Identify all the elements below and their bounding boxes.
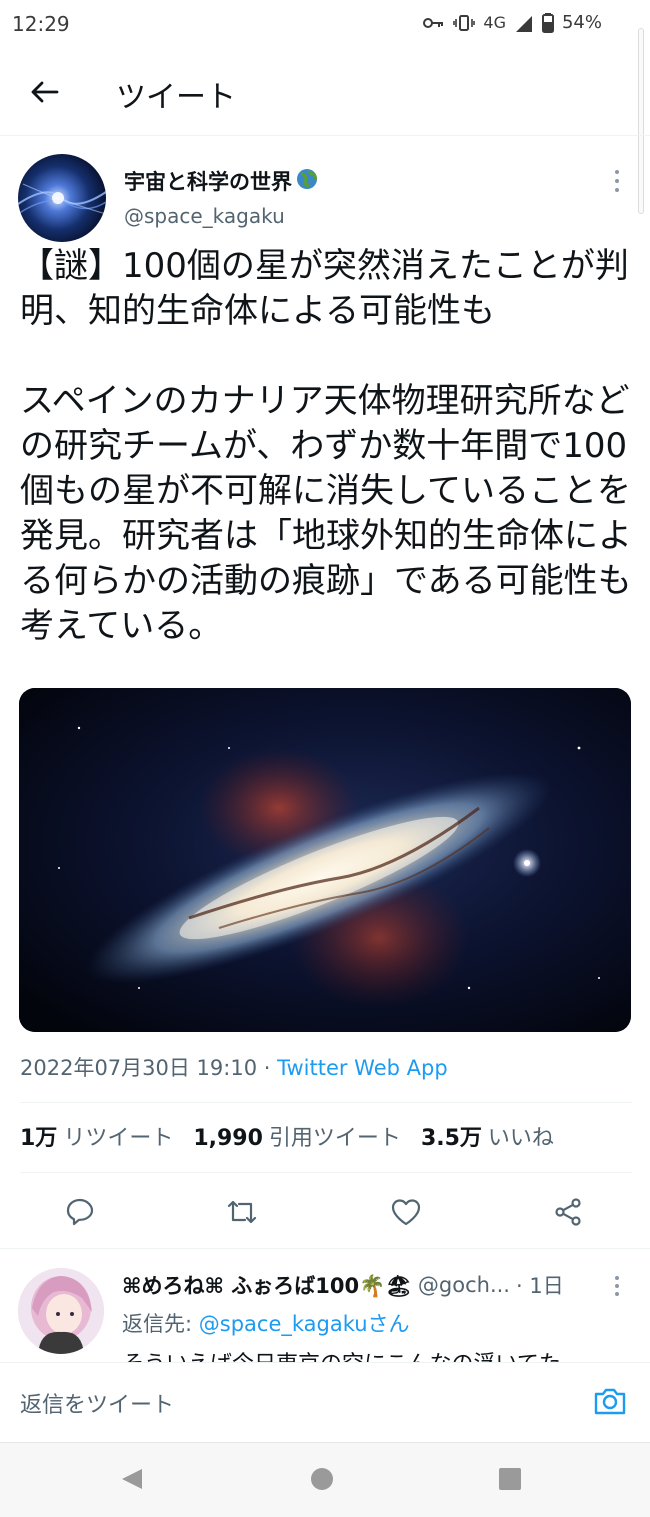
divider — [0, 1248, 650, 1249]
quotes-stat[interactable]: 1,990 引用ツイート — [193, 1120, 401, 1152]
tweet-more-button[interactable] — [610, 168, 624, 194]
reply-avatar[interactable] — [18, 1268, 104, 1354]
tweet-author: 宇宙と科学の世界 @space_kagaku — [18, 154, 632, 242]
speech-bubble-icon — [66, 1198, 94, 1226]
timestamp-text: 2022年07月30日 19:10 — [20, 1056, 258, 1080]
author-avatar[interactable] — [18, 154, 106, 242]
divider — [20, 1172, 632, 1173]
top-app-bar: ツイート — [0, 48, 650, 136]
arrow-left-icon — [31, 81, 59, 103]
more-vertical-icon — [615, 1276, 619, 1296]
camera-icon — [594, 1388, 626, 1415]
reply-to-label: 返信先: — [122, 1312, 199, 1336]
reply-button[interactable] — [60, 1192, 100, 1232]
retweet-button[interactable] — [222, 1192, 262, 1232]
reply-input[interactable]: 返信をツイート — [20, 1387, 174, 1419]
timestamp-separator: · — [257, 1056, 278, 1080]
likes-stat[interactable]: 3.5万 いいね — [421, 1120, 554, 1152]
reply-time: · 1日 — [516, 1270, 564, 1300]
divider — [20, 1102, 632, 1103]
signal-icon — [514, 14, 534, 32]
retweet-icon — [227, 1200, 257, 1224]
battery-percent: 54% — [561, 12, 602, 33]
retweets-stat[interactable]: 1万 リツイート — [20, 1120, 173, 1152]
like-button[interactable] — [386, 1192, 426, 1232]
tweet-paragraph: スペインのカナリア天体物理研究所などの研究チームが、わずか数十年間で100個もの… — [20, 381, 632, 646]
system-nav-bar — [0, 1442, 650, 1517]
share-icon — [555, 1198, 581, 1226]
status-bar: 12:29 4G 54% — [0, 0, 650, 48]
author-name[interactable]: 宇宙と科学の世界 — [124, 166, 318, 196]
tweet-stats: 1万 リツイート 1,990 引用ツイート 3.5万 いいね — [20, 1120, 554, 1152]
reply-handle[interactable]: @goch... — [418, 1273, 510, 1297]
tweet-actions — [0, 1180, 650, 1244]
reply-compose-bar: 返信をツイート — [0, 1362, 650, 1442]
reply-more-button[interactable] — [610, 1274, 624, 1298]
more-vertical-icon — [615, 170, 619, 192]
reply-to-mention[interactable]: @space_kagakuさん — [199, 1312, 410, 1336]
status-time: 12:29 — [12, 12, 70, 36]
tweet-text: 【謎】100個の星が突然消えたことが判明、知的生命体による可能性も スペインのカ… — [20, 244, 632, 649]
page-title: ツイート — [116, 80, 236, 115]
likes-label: いいね — [487, 1126, 554, 1151]
reply-name[interactable]: ⌘めろね⌘ ふぉろば100🌴🏖 — [122, 1270, 412, 1300]
nav-home-button[interactable] — [308, 1465, 336, 1493]
globe-emoji-icon — [296, 168, 318, 195]
tweet-source-link[interactable]: Twitter Web App — [277, 1056, 448, 1080]
status-icons: 4G 54% — [423, 12, 602, 33]
likes-count: 3.5万 — [420, 1126, 482, 1151]
share-button[interactable] — [548, 1192, 588, 1232]
reply-item[interactable]: ⌘めろね⌘ ふぉろば100🌴🏖 @goch... · 1日 返信先: @spac… — [18, 1264, 638, 1364]
reply-to: 返信先: @space_kagakuさん — [122, 1308, 410, 1338]
tweet-timestamp: 2022年07月30日 19:10 · Twitter Web App — [20, 1052, 448, 1082]
reply-header: ⌘めろね⌘ ふぉろば100🌴🏖 @goch... · 1日 — [122, 1270, 564, 1300]
battery-icon — [541, 12, 554, 33]
heart-icon — [391, 1199, 421, 1226]
tweet-image[interactable] — [19, 688, 631, 1032]
camera-button[interactable] — [592, 1383, 628, 1419]
circle-home-icon — [311, 1468, 333, 1490]
retweets-count: 1万 — [20, 1126, 58, 1151]
network-label: 4G — [483, 13, 506, 32]
retweets-label: リツイート — [63, 1126, 174, 1151]
square-recents-icon — [499, 1468, 521, 1490]
triangle-back-icon — [122, 1469, 142, 1489]
nav-recents-button[interactable] — [496, 1465, 524, 1493]
vibrate-icon — [453, 14, 476, 32]
quotes-count: 1,990 — [193, 1126, 263, 1151]
tweet-paragraph: 【謎】100個の星が突然消えたことが判明、知的生命体による可能性も — [20, 246, 629, 331]
reply-time-separator: · — [515, 1274, 530, 1298]
nav-back-button[interactable] — [118, 1465, 146, 1493]
key-icon — [423, 16, 445, 30]
quotes-label: 引用ツイート — [268, 1126, 401, 1151]
author-handle[interactable]: @space_kagaku — [124, 204, 285, 228]
author-name-text: 宇宙と科学の世界 — [124, 170, 292, 194]
back-button[interactable] — [26, 74, 62, 110]
reply-time-text: 1日 — [529, 1274, 564, 1298]
